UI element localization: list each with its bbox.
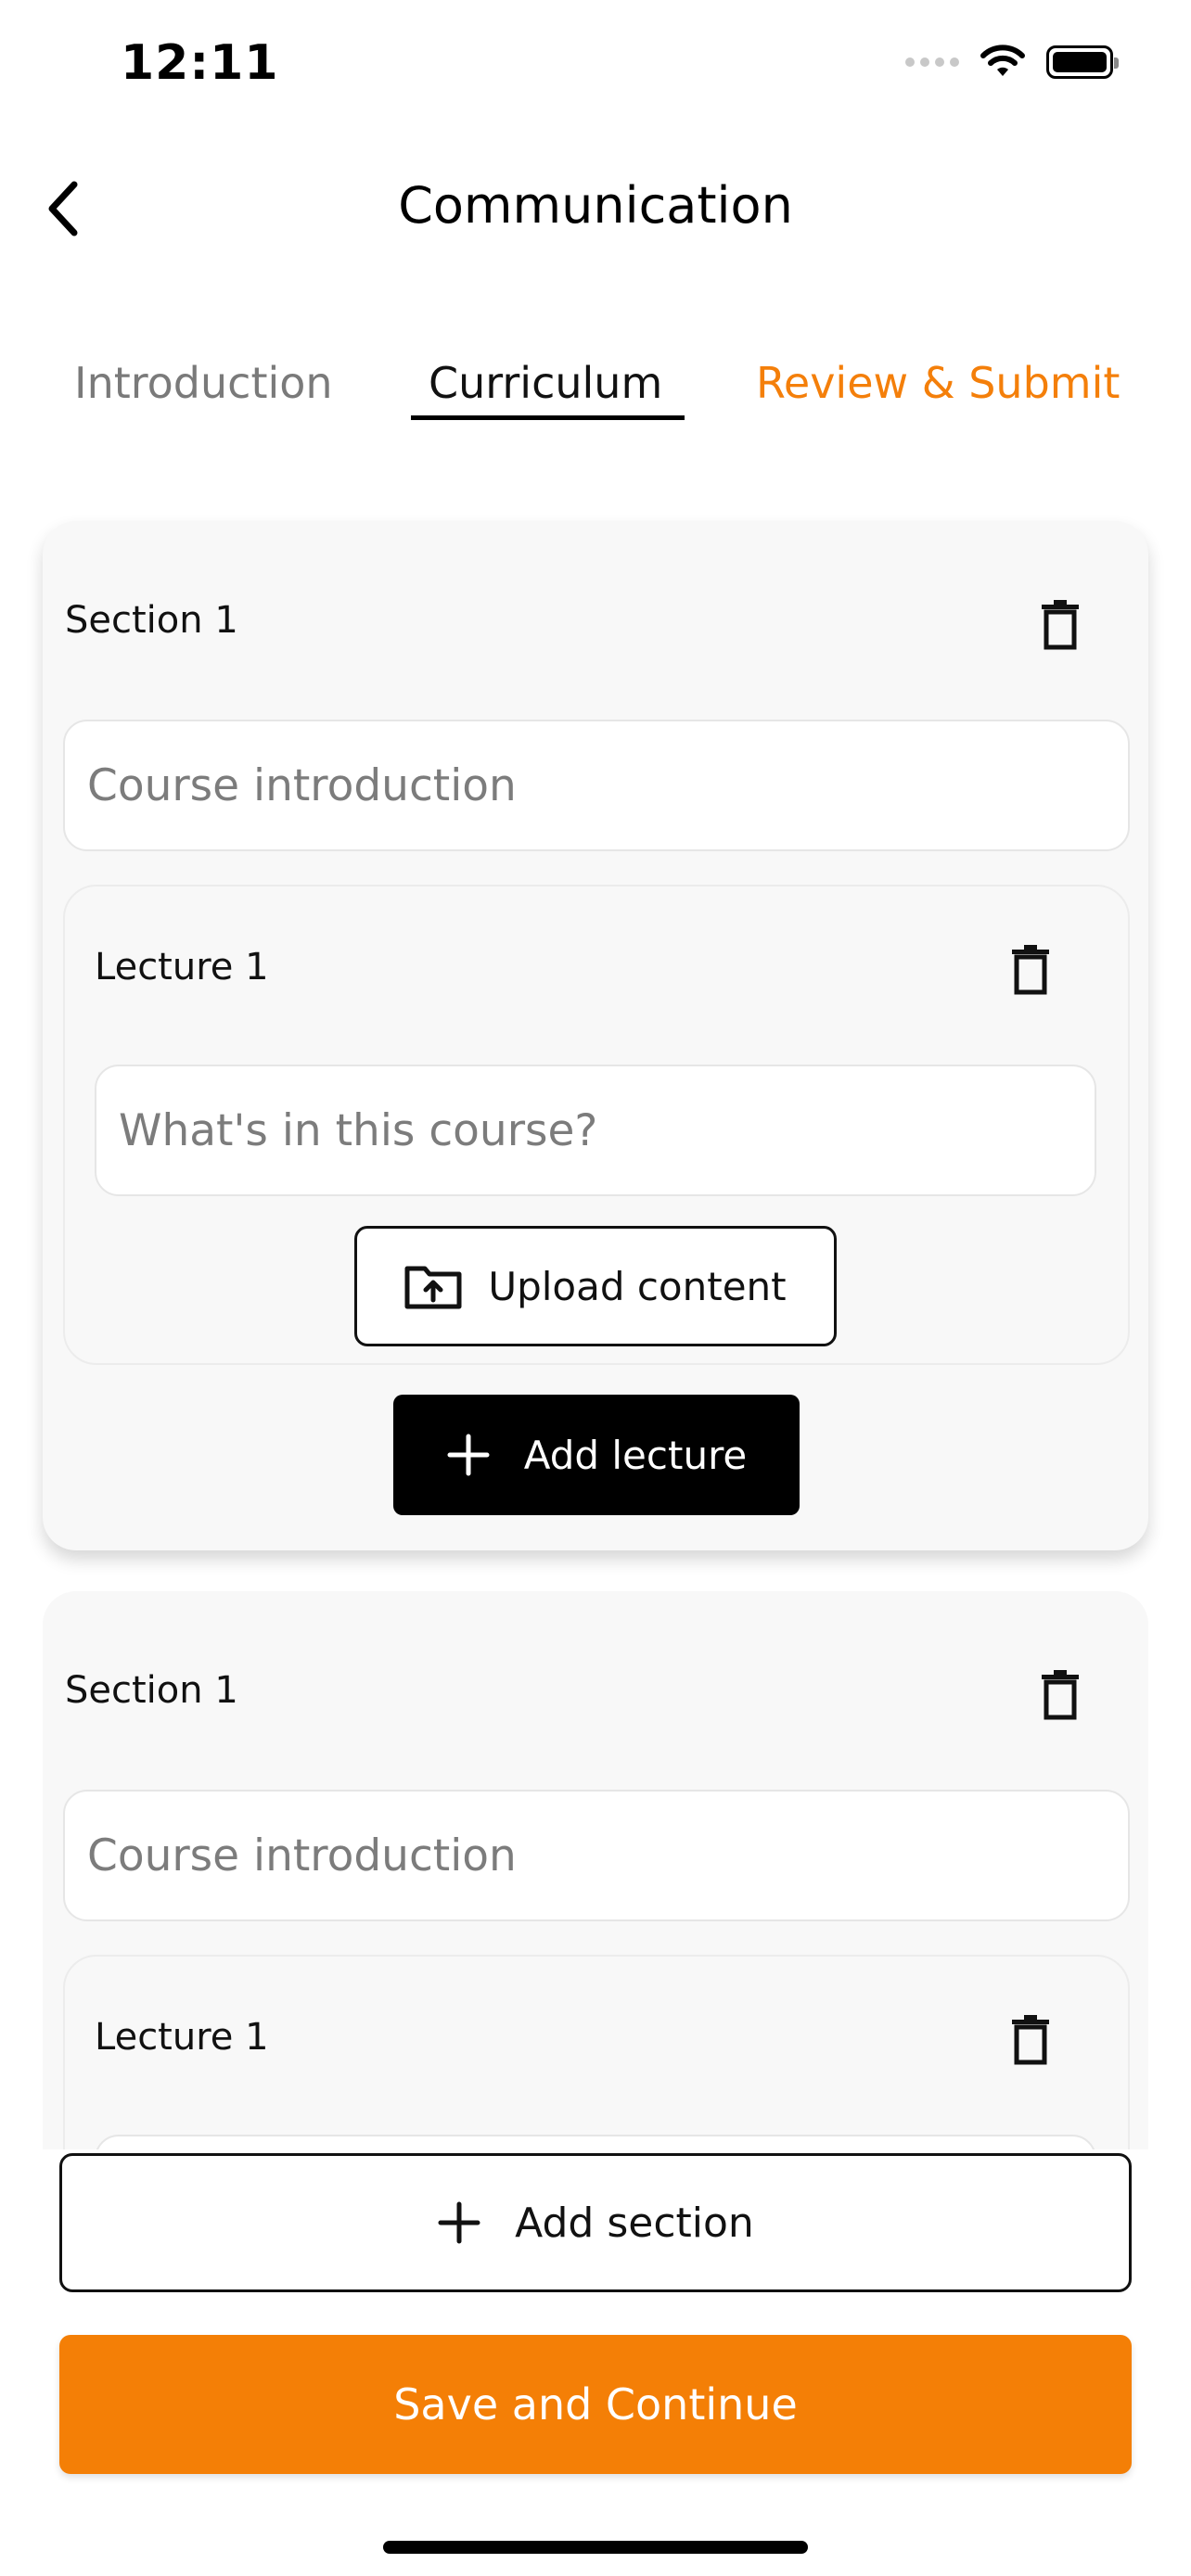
add-lecture-label: Add lecture — [523, 1432, 748, 1478]
plus-icon — [438, 2201, 480, 2244]
delete-section-button[interactable] — [1037, 1667, 1083, 1723]
section-title: Section 1 — [65, 1669, 238, 1712]
lecture-title: Lecture 1 — [95, 946, 269, 988]
status-time: 12:11 — [121, 35, 279, 91]
tab-introduction[interactable]: Introduction — [74, 358, 333, 408]
delete-lecture-button[interactable] — [1007, 2012, 1054, 2068]
wifi-icon — [980, 45, 1025, 76]
lecture-card: Lecture 1 What's in this course? Upload … — [63, 885, 1130, 1365]
folder-upload-icon — [404, 1266, 462, 1309]
add-lecture-button[interactable]: Add lecture — [393, 1395, 800, 1515]
section-title-input[interactable]: Course introduction — [63, 720, 1130, 851]
signal-dots-icon — [905, 57, 959, 67]
trash-icon — [1042, 600, 1079, 650]
section-card: Section 1 Course introduction Lecture 1 … — [43, 521, 1148, 1550]
section-card: Section 1 Course introduction Lecture 1 — [43, 1591, 1148, 2418]
status-icons — [905, 45, 1119, 80]
tab-review-submit[interactable]: Review & Submit — [756, 358, 1120, 408]
active-tab-indicator — [411, 415, 685, 420]
upload-content-button[interactable]: Upload content — [354, 1226, 837, 1346]
upload-content-label: Upload content — [488, 1263, 787, 1309]
section-title-input[interactable]: Course introduction — [63, 1790, 1130, 1921]
section-title: Section 1 — [65, 599, 238, 642]
trash-icon — [1042, 1670, 1079, 1720]
delete-section-button[interactable] — [1037, 597, 1083, 653]
add-section-label: Add section — [515, 2199, 754, 2247]
trash-icon — [1012, 945, 1049, 995]
lecture-content-input[interactable]: What's in this course? — [95, 1065, 1096, 1196]
delete-lecture-button[interactable] — [1007, 942, 1054, 998]
page-title: Communication — [398, 176, 793, 235]
home-indicator — [383, 2541, 808, 2554]
lecture-title: Lecture 1 — [95, 2016, 269, 2059]
save-and-continue-button[interactable]: Save and Continue — [59, 2335, 1132, 2474]
plus-icon — [447, 1434, 490, 1476]
tab-curriculum[interactable]: Curriculum — [429, 358, 662, 408]
add-section-button[interactable]: Add section — [59, 2153, 1132, 2292]
battery-icon — [1046, 45, 1119, 79]
trash-icon — [1012, 2015, 1049, 2065]
